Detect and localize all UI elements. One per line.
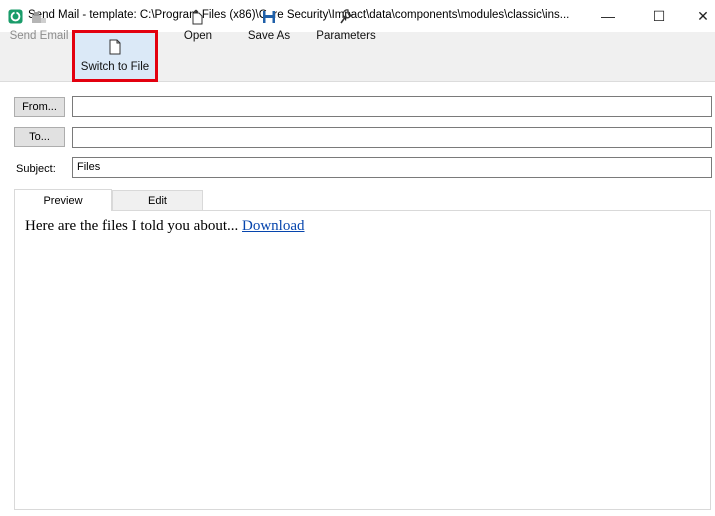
save-as-button[interactable]: Save As xyxy=(241,4,297,46)
open-label: Open xyxy=(183,30,213,42)
from-button[interactable]: From... xyxy=(14,97,65,117)
open-file-icon xyxy=(189,8,207,26)
open-button[interactable]: Open xyxy=(173,4,223,46)
maximize-button[interactable]: ☐ xyxy=(637,0,681,32)
maximize-icon: ☐ xyxy=(652,7,666,24)
minimize-icon: — xyxy=(601,8,615,24)
save-disk-icon xyxy=(260,8,278,26)
to-button[interactable]: To... xyxy=(14,127,65,147)
send-email-button[interactable]: Send Email xyxy=(8,4,70,46)
send-email-icon xyxy=(30,8,48,26)
subject-field[interactable]: Files xyxy=(72,157,712,178)
subject-label: Subject: xyxy=(16,163,56,175)
file-icon xyxy=(106,38,124,56)
message-body: Here are the files I told you about... D… xyxy=(25,218,305,235)
close-button[interactable]: ✕ xyxy=(681,0,715,32)
parameters-label: Parameters xyxy=(316,30,376,42)
minimize-button[interactable]: — xyxy=(586,0,630,32)
to-field[interactable] xyxy=(72,127,712,148)
from-field[interactable] xyxy=(72,96,712,117)
send-email-label: Send Email xyxy=(9,30,69,42)
message-body-text: Here are the files I told you about... xyxy=(25,218,243,234)
switch-to-file-button[interactable]: Switch to File xyxy=(75,33,155,79)
tab-preview[interactable]: Preview xyxy=(14,189,112,211)
parameters-button[interactable]: Parameters xyxy=(310,4,382,46)
save-as-label: Save As xyxy=(247,30,291,42)
wrench-icon xyxy=(337,8,355,26)
tab-edit[interactable]: Edit xyxy=(112,190,203,210)
message-preview-pane[interactable]: Here are the files I told you about... D… xyxy=(14,210,711,510)
close-icon: ✕ xyxy=(697,7,709,24)
download-link[interactable]: Download xyxy=(242,218,305,234)
switch-to-file-label: Switch to File xyxy=(80,61,150,73)
